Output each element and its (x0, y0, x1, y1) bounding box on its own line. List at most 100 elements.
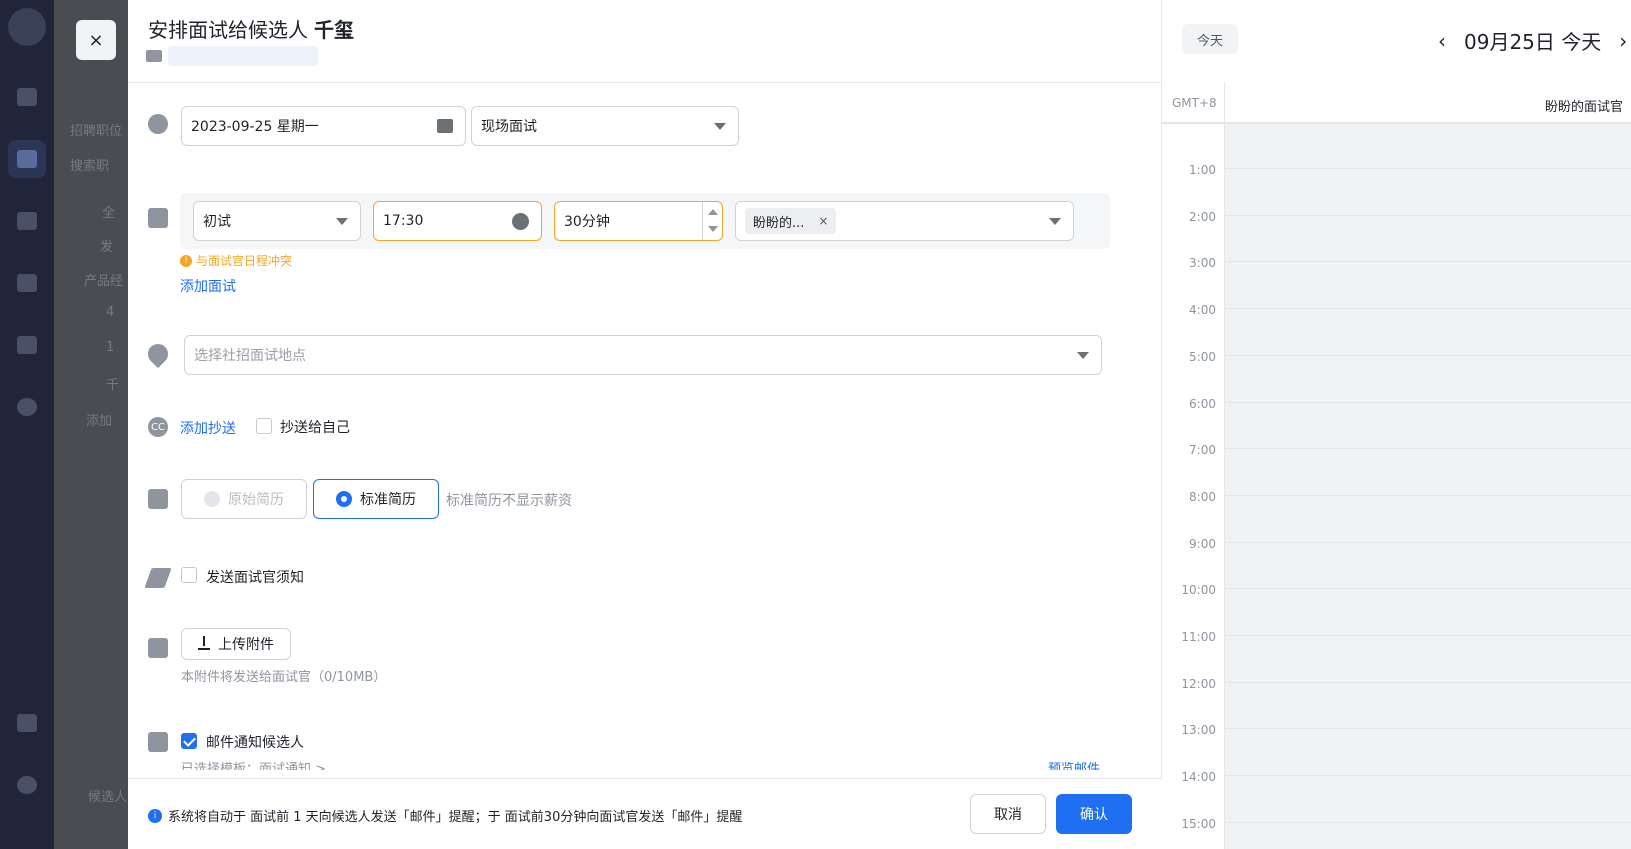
interviewer-tag: 盼盼的... × (745, 208, 837, 234)
hour-label: 10:00 (1181, 583, 1216, 598)
home-icon (17, 88, 37, 106)
start-time-value: 17:30 (383, 213, 424, 229)
book-icon (17, 336, 37, 354)
calendar-icon (437, 119, 453, 133)
conflict-warning-text: 与面试官日程冲突 (196, 254, 293, 268)
tag-remove-icon[interactable]: × (818, 214, 828, 228)
hour-label: 1:00 (1189, 163, 1216, 177)
email-notify-checkbox[interactable] (181, 733, 197, 749)
cc-self-label: 抄送给自己 (280, 420, 350, 436)
hour-label: 13:00 (1181, 723, 1216, 738)
duration-stepper[interactable]: 30分钟 (554, 201, 723, 241)
monitor-icon (17, 714, 37, 732)
hour-label: 9:00 (1189, 536, 1216, 551)
hour-gridline (1225, 588, 1631, 590)
chevron-down-icon (1049, 218, 1061, 225)
cancel-button[interactable]: 取消 (970, 794, 1046, 834)
history-icon (17, 398, 37, 416)
add-cc-link[interactable]: 添加抄送 (180, 418, 236, 438)
interview-type-select[interactable]: 现场面试 (471, 106, 739, 146)
email-template-line[interactable]: 已选择模板：面试通知 > (181, 758, 326, 770)
prev-day-icon[interactable]: ‹ (1432, 29, 1452, 53)
chevron-down-icon (714, 123, 726, 130)
hour-gridline (1225, 541, 1631, 543)
hour-label: 4:00 (1189, 303, 1216, 318)
bg-text: 1 (106, 340, 115, 355)
mail-icon (148, 732, 168, 752)
attachment-hint: 本附件将发送给面试官（0/10MB） (181, 670, 387, 685)
conflict-warning: ! 与面试官日程冲突 (180, 252, 292, 269)
send-notice-checkbox[interactable] (181, 567, 197, 583)
schedule-interview-drawer: 安排面试给候选人 千玺 2023-09-25 星期一 现场面试 初试 17:30 … (128, 0, 1162, 849)
upload-attachment-button[interactable]: 上传附件 (181, 628, 291, 660)
divider (128, 82, 1162, 83)
stepper-down-icon[interactable] (708, 226, 718, 232)
radio-icon (204, 491, 220, 507)
app-logo (8, 8, 46, 46)
hour-gridline (1225, 494, 1631, 496)
interview-type-value: 现场面试 (481, 119, 537, 135)
hour-gridline (1225, 728, 1631, 730)
bg-text: 全 (102, 206, 116, 221)
cc-self-checkbox[interactable] (256, 418, 272, 434)
chevron-down-icon (336, 218, 348, 225)
reminder-info: i 系统将自动于 面试前 1 天向候选人发送「邮件」提醒；于 面试前30分钟向面… (148, 806, 742, 825)
hour-gridline (1225, 775, 1631, 777)
hour-label: 3:00 (1189, 256, 1216, 271)
stepper-up-icon[interactable] (708, 209, 718, 215)
hour-label: 14:00 (1181, 770, 1216, 785)
hour-gridline (1225, 261, 1631, 263)
calendar-rail-icon (17, 212, 37, 230)
users-icon (17, 150, 37, 168)
upload-icon (198, 636, 210, 650)
timezone-label: GMT+8 (1172, 96, 1217, 110)
round-select[interactable]: 初试 (193, 201, 361, 241)
confirm-button[interactable]: 确认 (1056, 794, 1132, 834)
background-list-column: 招聘职位 搜索职 全 发 产品经 4 1 千 添加 候选人 × (54, 0, 128, 849)
hour-label: 8:00 (1189, 489, 1216, 504)
hour-gridline (1225, 681, 1631, 683)
hour-gridline (1225, 354, 1631, 356)
bg-text: 产品经 (84, 274, 124, 289)
mail-icon (146, 50, 162, 62)
start-time-picker[interactable]: 17:30 (373, 201, 542, 241)
hour-gridline (1225, 168, 1631, 169)
hour-label: 7:00 (1189, 443, 1216, 458)
resume-standard-label: 标准简历 (360, 492, 416, 508)
hour-gridline (1225, 308, 1631, 310)
redacted-email (168, 46, 318, 66)
preview-email-link[interactable]: 预览邮件 (1048, 758, 1100, 770)
stepper-arrows[interactable] (702, 202, 722, 240)
bg-text: 候选人 (88, 790, 128, 805)
today-button[interactable]: 今天 (1182, 24, 1238, 54)
hour-label: 6:00 (1189, 396, 1216, 411)
location-select[interactable]: 选择社招面试地点 (184, 335, 1102, 375)
hour-label: 12:00 (1181, 676, 1216, 691)
upload-label: 上传附件 (218, 637, 274, 653)
bg-text: 添加 (86, 414, 113, 429)
info-icon: i (148, 808, 162, 823)
interviewer-select[interactable]: 盼盼的... × (735, 201, 1074, 241)
bg-text: 搜索职 (70, 159, 110, 174)
calendar-nav: ‹ 09月25日 今天 › (1432, 26, 1631, 55)
document-icon (148, 489, 168, 509)
close-icon: × (88, 29, 104, 51)
close-button[interactable]: × (76, 20, 116, 60)
hour-label: 15:00 (1181, 816, 1216, 831)
resume-original-option[interactable]: 原始简历 (181, 479, 307, 519)
clock-icon (148, 114, 168, 134)
time-icon (512, 213, 529, 230)
add-interview-link[interactable]: 添加面试 (180, 276, 236, 296)
resume-standard-option[interactable]: 标准简历 (313, 479, 439, 519)
location-placeholder: 选择社招面试地点 (194, 348, 306, 364)
hour-gridline (1225, 635, 1631, 636)
app-rail (0, 0, 54, 849)
next-day-icon[interactable]: › (1613, 29, 1631, 53)
duration-value: 30分钟 (564, 214, 610, 230)
bg-text: 招聘职位 (70, 124, 123, 139)
schedule-icon (148, 208, 168, 228)
bg-text: 发 (100, 240, 114, 255)
date-picker[interactable]: 2023-09-25 星期一 (181, 106, 466, 146)
hour-gridline (1225, 448, 1631, 450)
calendar-grid[interactable] (1225, 124, 1631, 849)
